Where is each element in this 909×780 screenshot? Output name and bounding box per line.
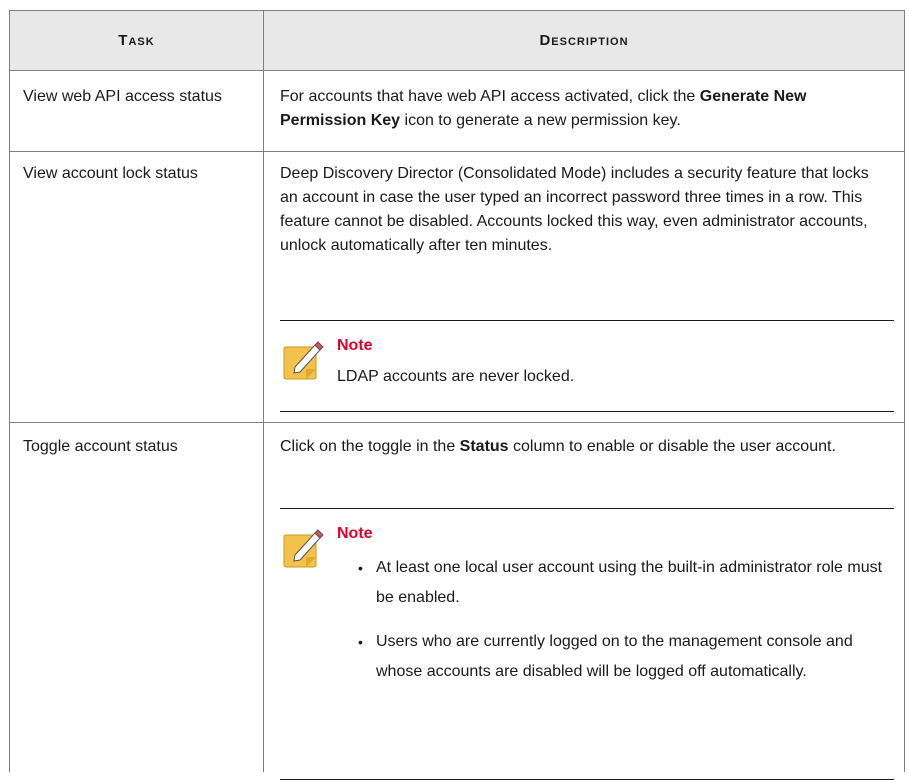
task-cell: View web API access status <box>23 88 222 105</box>
list-item: Users who are currently logged on to the… <box>358 627 888 687</box>
task-cell: View account lock status <box>23 165 198 182</box>
task-table: Task Description View web API access sta… <box>9 10 905 780</box>
column-header-description: Description <box>539 32 629 49</box>
description-text: For accounts that have web API access ac… <box>280 88 700 105</box>
status-column-label: Status <box>459 438 509 455</box>
task-cell: Toggle account status <box>23 438 178 455</box>
note-text: LDAP accounts are never locked. <box>337 368 575 385</box>
note-title: Note <box>337 525 373 542</box>
description-cell: For accounts that have web API access ac… <box>280 85 892 133</box>
table-row: View account lock status Deep Discovery … <box>10 152 904 423</box>
note-pencil-icon <box>283 529 324 568</box>
description-text: Click on the toggle in the <box>280 438 460 455</box>
table-row: Toggle account status Click on the toggl… <box>10 423 904 780</box>
note-bullet-list: At least one local user account using th… <box>358 553 888 701</box>
column-header-task: Task <box>118 32 155 49</box>
note-box: Note At least one local user account usi… <box>280 508 894 780</box>
table-header: Task Description <box>10 11 904 71</box>
list-item: At least one local user account using th… <box>358 553 888 613</box>
note-title: Note <box>337 337 373 354</box>
description-cell: Click on the toggle in the Status column… <box>280 435 892 459</box>
description-cell: Deep Discovery Director (Consolidated Mo… <box>280 165 869 254</box>
table-row: View web API access status For accounts … <box>10 71 904 152</box>
description-text: icon to generate a new permission key. <box>400 112 681 129</box>
description-text: column to enable or disable the user acc… <box>508 438 836 455</box>
note-pencil-icon <box>283 341 324 380</box>
note-box: Note LDAP accounts are never locked. <box>280 320 894 412</box>
